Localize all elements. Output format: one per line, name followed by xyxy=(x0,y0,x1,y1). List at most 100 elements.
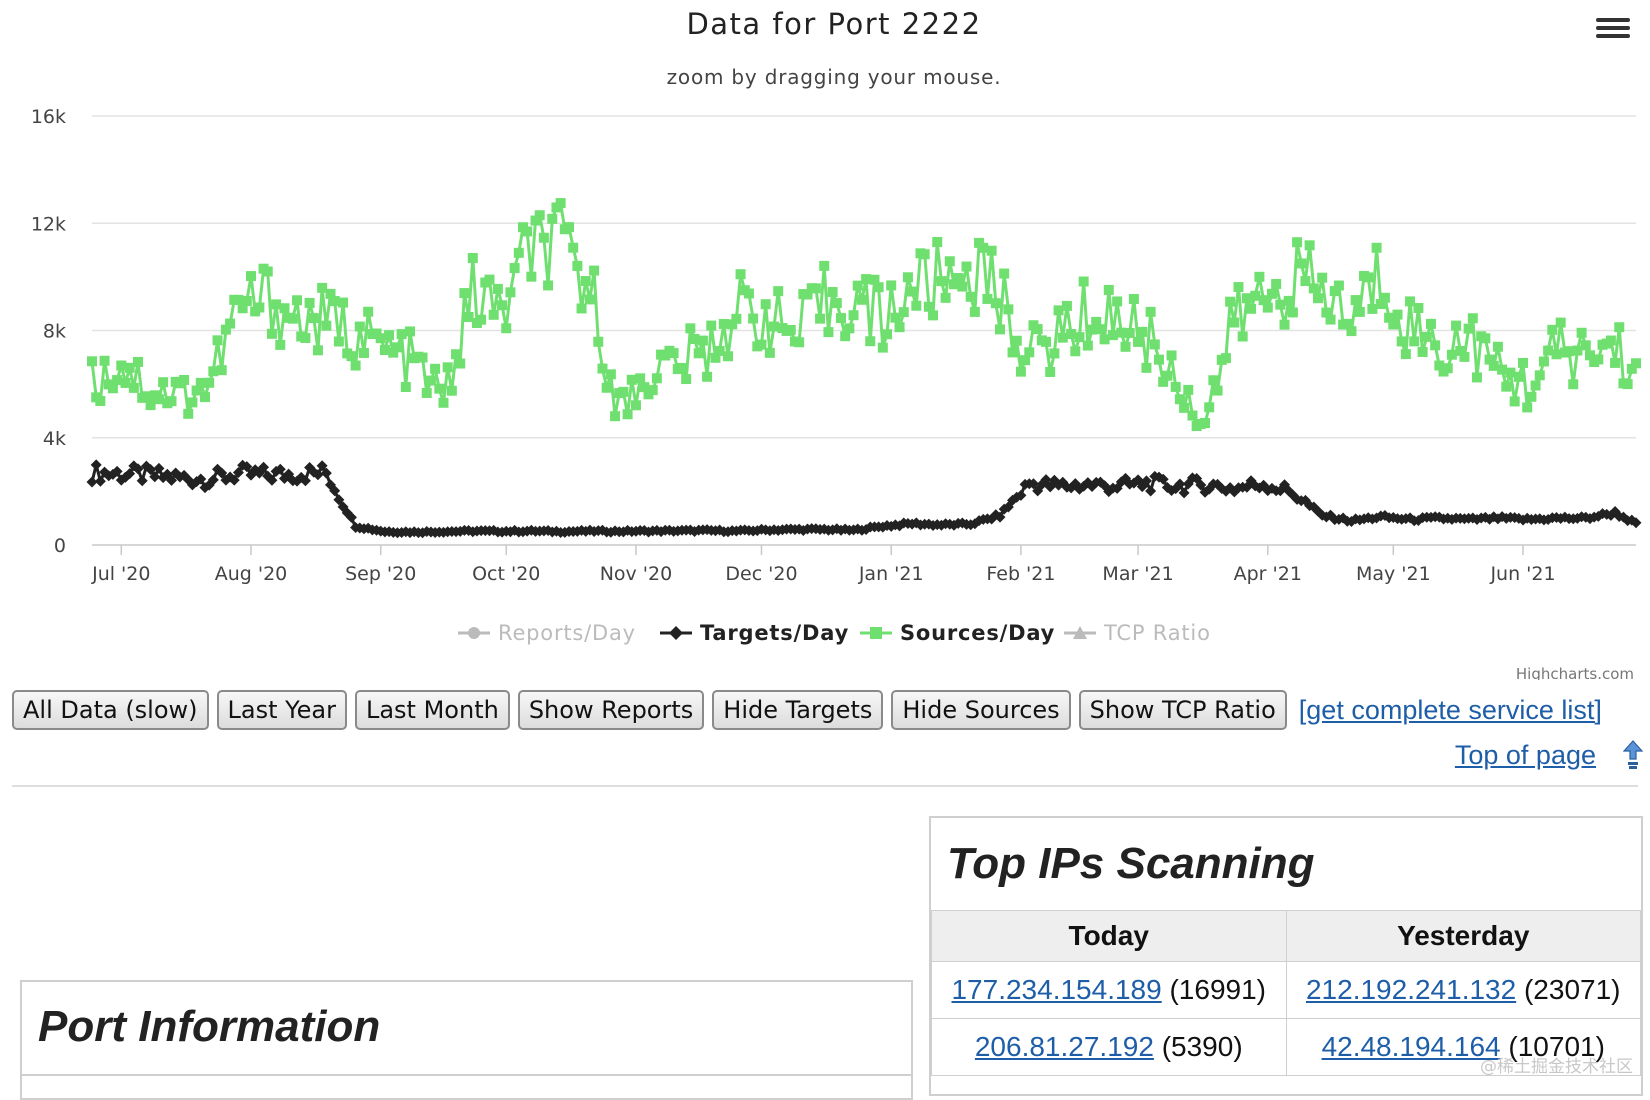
sources-point xyxy=(1530,380,1541,391)
y-tick-label: 16k xyxy=(31,106,66,128)
sources-point xyxy=(1200,417,1211,428)
sources-point xyxy=(1396,336,1407,347)
sources-point xyxy=(601,382,612,393)
sources-point xyxy=(1580,340,1591,351)
sources-point xyxy=(1011,335,1022,346)
sources-point xyxy=(451,349,462,360)
sources-point xyxy=(723,351,734,362)
sources-point xyxy=(1522,402,1533,413)
sources-point xyxy=(999,268,1010,279)
sources-point xyxy=(522,226,533,237)
sources-point xyxy=(1593,354,1604,365)
sources-point xyxy=(505,287,516,298)
sources-point xyxy=(417,352,428,363)
sources-point xyxy=(1007,347,1018,358)
show-reports-button[interactable]: Show Reports xyxy=(517,690,705,730)
sources-point xyxy=(748,313,759,324)
legend-item-sources-day[interactable]: Sources/Day xyxy=(860,621,1055,645)
sources-point xyxy=(605,369,616,380)
sources-point xyxy=(1459,351,1470,362)
sources-point xyxy=(1170,381,1181,392)
all-data-button[interactable]: All Data (slow) xyxy=(12,690,209,730)
legend-item-reports-day[interactable]: Reports/Day xyxy=(458,621,636,645)
service-list-link[interactable]: [get complete service list] xyxy=(1299,695,1602,726)
sources-point xyxy=(1568,379,1579,390)
sources-point xyxy=(279,303,290,314)
sources-point xyxy=(1413,303,1424,314)
sources-point xyxy=(476,314,487,325)
sources-point xyxy=(534,210,545,221)
sources-point xyxy=(681,374,692,385)
sources-point xyxy=(292,295,303,306)
sources-point xyxy=(363,306,374,317)
sources-point xyxy=(1082,340,1093,351)
sources-point xyxy=(1174,394,1185,405)
sources-point xyxy=(1555,317,1566,328)
sources-point xyxy=(400,382,411,393)
sources-point xyxy=(911,300,922,311)
today-header: Today xyxy=(931,910,1287,962)
sources-point xyxy=(509,263,520,274)
sources-point xyxy=(1526,391,1537,402)
sources-point xyxy=(1254,271,1265,282)
top-of-page-link[interactable]: Top of page xyxy=(1455,740,1596,771)
sources-point xyxy=(442,362,453,373)
chart-canvas[interactable]: Data for Port 2222 zoom by dragging your … xyxy=(0,0,1650,680)
hide-sources-button[interactable]: Hide Sources xyxy=(891,690,1071,730)
sources-point xyxy=(1534,370,1545,381)
sources-point xyxy=(1095,324,1106,335)
sources-point xyxy=(526,271,537,282)
chart-title: Data for Port 2222 xyxy=(686,7,981,41)
sources-point xyxy=(827,287,838,298)
sources-point xyxy=(212,335,223,346)
sources-point xyxy=(354,321,365,332)
ip-link[interactable]: 206.81.27.192 xyxy=(975,1031,1154,1062)
port-chart[interactable]: Data for Port 2222 zoom by dragging your … xyxy=(0,0,1650,680)
sources-point xyxy=(95,395,106,406)
sources-point xyxy=(815,313,826,324)
sources-point xyxy=(1208,375,1219,386)
x-tick-label: May '21 xyxy=(1356,563,1431,585)
show-tcp-ratio-button[interactable]: Show TCP Ratio xyxy=(1078,690,1287,730)
targets-point xyxy=(136,475,148,487)
up-arrow-icon[interactable] xyxy=(1623,740,1643,770)
sources-point xyxy=(1024,347,1035,358)
x-tick-label: Aug '20 xyxy=(215,563,288,585)
sources-point xyxy=(894,322,905,333)
sources-point xyxy=(1325,314,1336,325)
sources-point xyxy=(434,383,445,394)
sources-point xyxy=(492,283,503,294)
sources-point xyxy=(760,299,771,310)
sources-point xyxy=(1333,280,1344,291)
sources-point xyxy=(254,302,265,313)
last-month-button[interactable]: Last Month xyxy=(354,690,510,730)
sources-point xyxy=(923,301,934,312)
sources-point xyxy=(990,298,1001,309)
last-year-button[interactable]: Last Year xyxy=(216,690,347,730)
sources-point xyxy=(944,256,955,267)
sources-point xyxy=(216,365,227,376)
sources-point xyxy=(735,269,746,280)
ip-link[interactable]: 177.234.154.189 xyxy=(951,974,1161,1005)
sources-point xyxy=(1225,296,1236,307)
sources-point xyxy=(1610,357,1621,368)
sources-point xyxy=(1078,276,1089,287)
sources-point xyxy=(1233,282,1244,293)
sources-point xyxy=(1153,354,1164,365)
sources-point xyxy=(1049,348,1060,359)
sources-point xyxy=(584,294,595,305)
targets-point xyxy=(94,475,106,487)
sources-point xyxy=(1061,300,1072,311)
ip-link[interactable]: 212.192.241.132 xyxy=(1306,974,1516,1005)
y-tick-label: 0 xyxy=(54,535,66,557)
x-tick-label: Mar '21 xyxy=(1102,563,1173,585)
sources-point xyxy=(338,297,349,308)
sources-point xyxy=(484,274,495,285)
legend-item-targets-day[interactable]: Targets/Day xyxy=(660,621,849,645)
sources-point xyxy=(430,363,441,374)
ip-link[interactable]: 42.48.194.164 xyxy=(1322,1031,1501,1062)
x-tick-label: Feb '21 xyxy=(986,563,1055,585)
hide-targets-button[interactable]: Hide Targets xyxy=(712,690,884,730)
legend-item-tcp-ratio[interactable]: TCP Ratio xyxy=(1064,621,1211,645)
chart-menu-icon[interactable] xyxy=(1596,18,1630,44)
